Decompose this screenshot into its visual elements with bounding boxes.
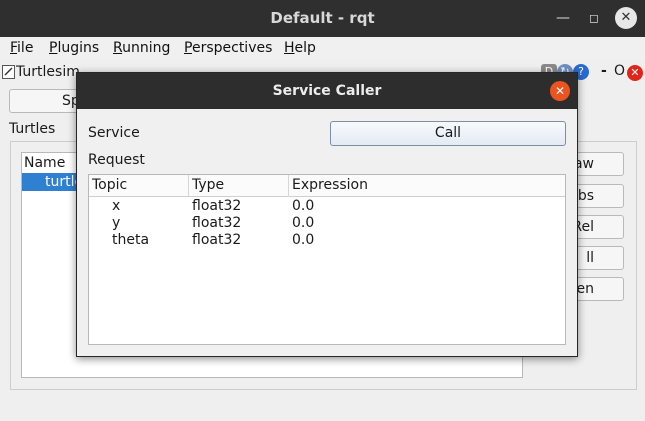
menu-file[interactable]: File	[10, 40, 33, 56]
row-type: float32	[192, 232, 242, 248]
plugin-icon	[2, 65, 15, 79]
dialog-title-bar: Service Caller ✕	[77, 73, 577, 109]
row-type: float32	[192, 215, 242, 231]
request-label: Request	[88, 152, 145, 168]
row-type: float32	[192, 198, 242, 214]
menu-running[interactable]: Running	[113, 40, 170, 56]
row-expression[interactable]: 0.0	[292, 232, 314, 248]
dialog-close-icon[interactable]: ✕	[550, 81, 570, 101]
list-item-selected[interactable]: turtle1	[22, 173, 78, 191]
service-caller-dialog: Service Caller ✕ Service Call Request To…	[76, 72, 578, 357]
dialog-title: Service Caller	[272, 83, 382, 99]
plugin-title: Turtlesim	[16, 64, 80, 80]
minimize-plugin-button[interactable]: -	[601, 63, 607, 79]
menu-plugins[interactable]: Plugins	[49, 40, 99, 56]
column-expression[interactable]: Expression	[289, 175, 389, 197]
table-row[interactable]: theta float32 0.0	[89, 232, 565, 249]
menu-help[interactable]: Help	[284, 40, 316, 56]
menu-bar: File Plugins Running Perspectives Help	[0, 37, 645, 60]
column-topic[interactable]: Topic	[89, 175, 189, 197]
maximize-button[interactable]: ◻	[582, 6, 606, 30]
minimize-button[interactable]: —	[551, 6, 575, 30]
close-icon[interactable]: ✕	[627, 65, 643, 81]
turtles-group-label: Turtles	[9, 121, 56, 137]
table-row[interactable]: y float32 0.0	[89, 215, 565, 232]
table-row[interactable]: x float32 0.0	[89, 198, 565, 215]
tree-header: Topic Type Expression	[89, 175, 565, 197]
window-title: Default - rqt	[270, 9, 375, 27]
row-expression[interactable]: 0.0	[292, 198, 314, 214]
request-tree[interactable]: Topic Type Expression x float32 0.0 y fl…	[88, 174, 566, 345]
window-close-button[interactable]: ✕	[615, 7, 637, 29]
options-plugin-button[interactable]: O	[614, 63, 625, 79]
column-type[interactable]: Type	[189, 175, 289, 197]
row-topic: y	[112, 215, 121, 231]
row-topic: x	[112, 198, 121, 214]
menu-perspectives[interactable]: Perspectives	[184, 40, 272, 56]
list-header-name[interactable]: Name	[24, 155, 65, 171]
service-label: Service	[88, 125, 140, 141]
row-expression[interactable]: 0.0	[292, 215, 314, 231]
title-bar: Default - rqt — ◻ ✕	[0, 0, 645, 37]
call-button[interactable]: Call	[330, 121, 566, 146]
row-topic: theta	[112, 232, 150, 248]
